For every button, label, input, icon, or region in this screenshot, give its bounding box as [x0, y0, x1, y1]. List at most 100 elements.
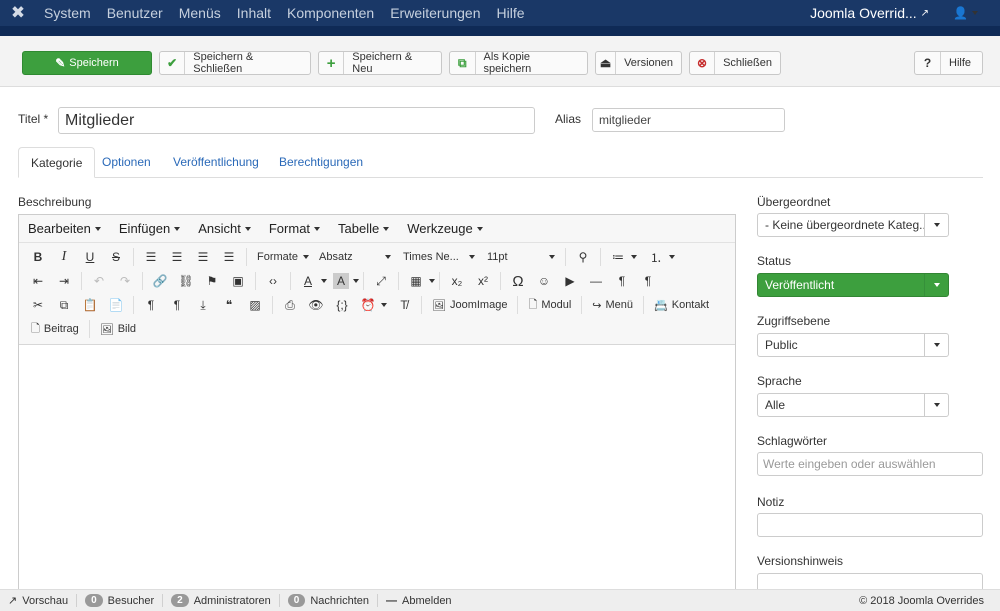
- status-select[interactable]: Veröffentlicht: [757, 273, 949, 297]
- rtl-icon[interactable]: ¶: [609, 270, 635, 292]
- save-copy-button[interactable]: ⧉ Als Kopie speichern: [449, 51, 588, 75]
- menu-tools[interactable]: Werkzeuge: [398, 221, 492, 236]
- paste-text-icon[interactable]: 📄: [103, 294, 129, 316]
- cut-icon[interactable]: ✂: [25, 294, 51, 316]
- logout-link[interactable]: — Abmelden: [378, 595, 460, 607]
- background-color-icon[interactable]: A: [333, 273, 349, 289]
- admins-link[interactable]: 2 Administratoren: [163, 594, 280, 607]
- italic-icon[interactable]: I: [51, 246, 77, 268]
- site-link[interactable]: Joomla Overrid... ↗: [810, 5, 929, 21]
- access-select[interactable]: Public: [757, 333, 949, 357]
- code-sample-icon[interactable]: {;}: [329, 294, 355, 316]
- align-left-icon[interactable]: ☰: [138, 246, 164, 268]
- joomimage-button[interactable]: 🖼 JoomImage: [426, 299, 513, 312]
- bookmark-icon[interactable]: ⚑: [199, 270, 225, 292]
- tags-input[interactable]: Werte eingeben oder auswählen: [757, 452, 983, 476]
- chevron-down-icon[interactable]: [353, 279, 359, 283]
- visual-aid-icon[interactable]: ▨: [242, 294, 268, 316]
- versions-button[interactable]: ⏏ Versionen: [595, 51, 682, 75]
- image-icon[interactable]: ▣: [225, 270, 251, 292]
- menu-view[interactable]: Ansicht: [189, 221, 260, 236]
- chevron-down-icon[interactable]: [631, 255, 637, 259]
- superscript-icon[interactable]: x²: [470, 270, 496, 292]
- chevron-down-icon[interactable]: [429, 279, 435, 283]
- menu-link-button[interactable]: ↪ Menü: [586, 299, 639, 312]
- menu-item-components[interactable]: Komponenten: [279, 0, 382, 26]
- paragraph-icon[interactable]: ¶: [138, 294, 164, 316]
- menu-item-content[interactable]: Inhalt: [229, 0, 279, 26]
- strikethrough-icon[interactable]: S: [103, 246, 129, 268]
- save-close-button[interactable]: ✔ Speichern & Schließen: [159, 51, 311, 75]
- parent-select[interactable]: - Keine übergeordnete Kateg...: [757, 213, 949, 237]
- clock-icon[interactable]: ⏰: [355, 294, 381, 316]
- menu-insert[interactable]: Einfügen: [110, 221, 189, 236]
- tab-options[interactable]: Optionen: [90, 147, 163, 178]
- menu-item-extensions[interactable]: Erweiterungen: [382, 0, 488, 26]
- bullet-list-icon[interactable]: ≔: [605, 246, 631, 268]
- messages-link[interactable]: 0 Nachrichten: [280, 594, 379, 607]
- align-right-icon[interactable]: ☰: [190, 246, 216, 268]
- underline-icon[interactable]: U: [77, 246, 103, 268]
- clear-formatting-icon[interactable]: T̸: [391, 294, 417, 316]
- chevron-down-icon[interactable]: [381, 303, 387, 307]
- special-char-icon[interactable]: Ω: [505, 270, 531, 292]
- code-icon[interactable]: ‹›: [260, 270, 286, 292]
- preview-icon[interactable]: 👁: [303, 294, 329, 316]
- paste-icon[interactable]: 📋: [77, 294, 103, 316]
- formats-dropdown[interactable]: Formate: [251, 251, 313, 263]
- copy-icon[interactable]: ⧉: [51, 294, 77, 316]
- tab-publishing[interactable]: Veröffentlichung: [161, 147, 271, 178]
- unlink-icon[interactable]: ⛓: [173, 270, 199, 292]
- media-icon[interactable]: ▶: [557, 270, 583, 292]
- emoticon-icon[interactable]: ☺: [531, 270, 557, 292]
- module-button[interactable]: 🗋 Modul: [522, 296, 577, 315]
- menu-table[interactable]: Tabelle: [329, 221, 398, 236]
- bold-icon[interactable]: B: [25, 246, 51, 268]
- tab-category[interactable]: Kategorie: [18, 147, 96, 178]
- contact-button[interactable]: 📇 Kontakt: [648, 299, 715, 312]
- user-menu[interactable]: 👤: [953, 6, 978, 20]
- preview-link[interactable]: ↗ Vorschau: [0, 594, 78, 607]
- link-icon[interactable]: 🔗: [147, 270, 173, 292]
- tab-permissions[interactable]: Berechtigungen: [267, 147, 375, 178]
- visitors-link[interactable]: 0 Besucher: [77, 594, 164, 607]
- save-new-button[interactable]: + Speichern & Neu: [318, 51, 442, 75]
- joomla-logo-icon[interactable]: ✖: [0, 0, 36, 26]
- block-format-dropdown[interactable]: Absatz: [313, 251, 397, 263]
- horizontal-rule-icon[interactable]: —: [583, 270, 609, 292]
- visual-chars-icon[interactable]: ¶: [164, 294, 190, 316]
- menu-item-users[interactable]: Benutzer: [99, 0, 171, 26]
- chevron-down-icon[interactable]: [321, 279, 327, 283]
- help-button[interactable]: ? Hilfe: [914, 51, 983, 75]
- text-color-icon[interactable]: A: [295, 270, 321, 292]
- indent-icon[interactable]: ⇥: [51, 270, 77, 292]
- language-select[interactable]: Alle: [757, 393, 949, 417]
- chevron-down-icon[interactable]: [669, 255, 675, 259]
- alias-input[interactable]: mitglieder: [592, 108, 785, 132]
- version-note-input[interactable]: [757, 573, 983, 589]
- menu-format[interactable]: Format: [260, 221, 329, 236]
- menu-item-help[interactable]: Hilfe: [488, 0, 532, 26]
- ltr-icon[interactable]: ¶: [635, 270, 661, 292]
- menu-edit[interactable]: Bearbeiten: [19, 221, 110, 236]
- editor-content-area[interactable]: [19, 345, 735, 591]
- print-icon[interactable]: ⎙: [277, 294, 303, 316]
- close-button[interactable]: ⊗ Schließen: [689, 51, 781, 75]
- article-button[interactable]: 🗋 Beitrag: [25, 320, 85, 339]
- note-input[interactable]: [757, 513, 983, 537]
- align-justify-icon[interactable]: ☰: [216, 246, 242, 268]
- menu-item-system[interactable]: System: [36, 0, 99, 26]
- subscript-icon[interactable]: x₂: [444, 270, 470, 292]
- numbered-list-icon[interactable]: ⒈: [643, 246, 669, 268]
- fullscreen-icon[interactable]: ⤢: [368, 270, 394, 292]
- binoculars-icon[interactable]: ⚲: [570, 246, 596, 268]
- image-button[interactable]: 🖼 Bild: [94, 323, 142, 336]
- outdent-icon[interactable]: ⇤: [25, 270, 51, 292]
- blockquote-icon[interactable]: ❝: [216, 294, 242, 316]
- save-button[interactable]: ✎ Speichern: [22, 51, 152, 75]
- font-size-dropdown[interactable]: 11pt: [481, 251, 561, 263]
- align-center-icon[interactable]: ☰: [164, 246, 190, 268]
- title-input[interactable]: Mitglieder: [58, 107, 535, 134]
- menu-item-menus[interactable]: Menüs: [171, 0, 229, 26]
- table-icon[interactable]: ▦: [403, 270, 429, 292]
